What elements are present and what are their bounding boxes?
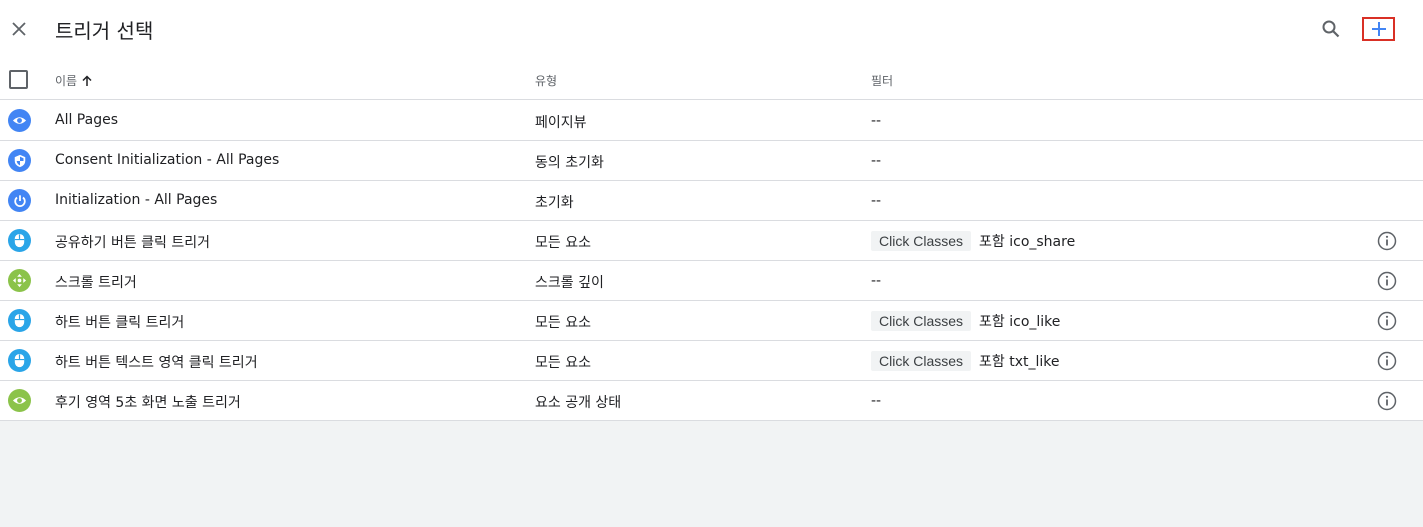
column-header-filter[interactable]: 필터 xyxy=(871,72,893,89)
trigger-type: 페이지뷰 xyxy=(535,115,587,131)
trigger-name: 공유하기 버튼 클릭 트리거 xyxy=(55,235,211,251)
arrow-up-icon xyxy=(82,74,92,86)
visibility-eye-icon xyxy=(8,389,31,412)
mouse-click-icon xyxy=(8,229,31,252)
info-button[interactable] xyxy=(1376,390,1398,412)
trigger-select-panel: 트리거 선택 이름 유형 필터 All Pages 페이지뷰 -- Consent I… xyxy=(0,0,1423,421)
filter-condition: 포함 ico_like xyxy=(979,314,1061,330)
table-row[interactable]: Consent Initialization - All Pages 동의 초기화… xyxy=(0,141,1423,181)
power-icon xyxy=(8,189,31,212)
table-header: 이름 유형 필터 xyxy=(0,60,1423,100)
plus-icon xyxy=(1371,22,1386,36)
table-row[interactable]: Initialization - All Pages 초기화 -- xyxy=(0,181,1423,221)
info-button[interactable] xyxy=(1376,230,1398,252)
info-icon xyxy=(1377,311,1397,331)
trigger-name: 하트 버튼 텍스트 영역 클릭 트리거 xyxy=(55,355,258,371)
trigger-filter: Click Classes 포함 txt_like xyxy=(871,350,1060,372)
info-button[interactable] xyxy=(1376,350,1398,372)
column-header-name[interactable]: 이름 xyxy=(55,72,93,89)
trigger-name: Initialization - All Pages xyxy=(55,192,218,208)
trigger-filter: Click Classes 포함 ico_like xyxy=(871,310,1060,332)
table-row[interactable]: 하트 버튼 텍스트 영역 클릭 트리거 모든 요소 Click Classes 포함 … xyxy=(0,341,1423,381)
info-button[interactable] xyxy=(1376,310,1398,332)
mouse-click-icon xyxy=(8,309,31,332)
mouse-click-icon xyxy=(8,349,31,372)
search-button[interactable] xyxy=(1318,16,1344,42)
search-icon xyxy=(1322,20,1340,38)
page-title: 트리거 선택 xyxy=(55,19,154,43)
trigger-name: 스크롤 트리거 xyxy=(55,275,137,291)
trigger-type: 스크롤 깊이 xyxy=(535,275,604,291)
trigger-filter: -- xyxy=(871,150,881,172)
close-button[interactable] xyxy=(6,16,32,42)
close-icon xyxy=(12,22,26,36)
consent-shield-icon xyxy=(8,149,31,172)
info-button[interactable] xyxy=(1376,270,1398,292)
trigger-type: 모든 요소 xyxy=(535,315,591,331)
trigger-filter: -- xyxy=(871,270,881,292)
scroll-arrows-icon xyxy=(8,269,31,292)
filter-condition: 포함 txt_like xyxy=(979,354,1060,370)
table-row[interactable]: All Pages 페이지뷰 -- xyxy=(0,101,1423,141)
column-header-name-label: 이름 xyxy=(55,74,78,88)
trigger-name: 하트 버튼 클릭 트리거 xyxy=(55,315,185,331)
filter-variable-chip: Click Classes xyxy=(871,311,972,331)
top-bar: 트리거 선택 xyxy=(0,0,1423,60)
trigger-filter: -- xyxy=(871,110,881,132)
trigger-name: Consent Initialization - All Pages xyxy=(55,152,280,168)
trigger-type: 모든 요소 xyxy=(535,235,591,251)
trigger-filter: Click Classes 포함 ico_share xyxy=(871,230,1075,252)
filter-empty: -- xyxy=(871,393,882,409)
trigger-type: 요소 공개 상태 xyxy=(535,395,622,411)
filter-variable-chip: Click Classes xyxy=(871,351,972,371)
trigger-name: All Pages xyxy=(55,112,118,128)
pageview-eye-icon xyxy=(8,109,31,132)
trigger-filter: -- xyxy=(871,190,881,212)
trigger-type: 동의 초기화 xyxy=(535,155,604,171)
trigger-type: 모든 요소 xyxy=(535,355,591,371)
info-icon xyxy=(1377,271,1397,291)
info-icon xyxy=(1377,231,1397,251)
trigger-type: 초기화 xyxy=(535,195,574,211)
select-all-checkbox[interactable] xyxy=(9,70,28,89)
table-row[interactable]: 하트 버튼 클릭 트리거 모든 요소 Click Classes 포함 ico_lik… xyxy=(0,301,1423,341)
filter-empty: -- xyxy=(871,153,882,169)
column-header-type[interactable]: 유형 xyxy=(535,72,557,89)
info-icon xyxy=(1377,391,1397,411)
trigger-list: All Pages 페이지뷰 -- Consent Initialization - … xyxy=(0,101,1423,421)
filter-empty: -- xyxy=(871,193,882,209)
info-icon xyxy=(1377,351,1397,371)
table-row[interactable]: 공유하기 버튼 클릭 트리거 모든 요소 Click Classes 포함 ico_s… xyxy=(0,221,1423,261)
filter-condition: 포함 ico_share xyxy=(979,234,1076,250)
trigger-name: 후기 영역 5초 화면 노출 트리거 xyxy=(55,395,241,411)
trigger-filter: -- xyxy=(871,390,881,412)
table-row[interactable]: 스크롤 트리거 스크롤 깊이 -- xyxy=(0,261,1423,301)
filter-empty: -- xyxy=(871,113,882,129)
filter-variable-chip: Click Classes xyxy=(871,231,972,251)
filter-empty: -- xyxy=(871,273,882,289)
table-row[interactable]: 후기 영역 5초 화면 노출 트리거 요소 공개 상태 -- xyxy=(0,381,1423,421)
add-trigger-button[interactable] xyxy=(1362,17,1395,41)
